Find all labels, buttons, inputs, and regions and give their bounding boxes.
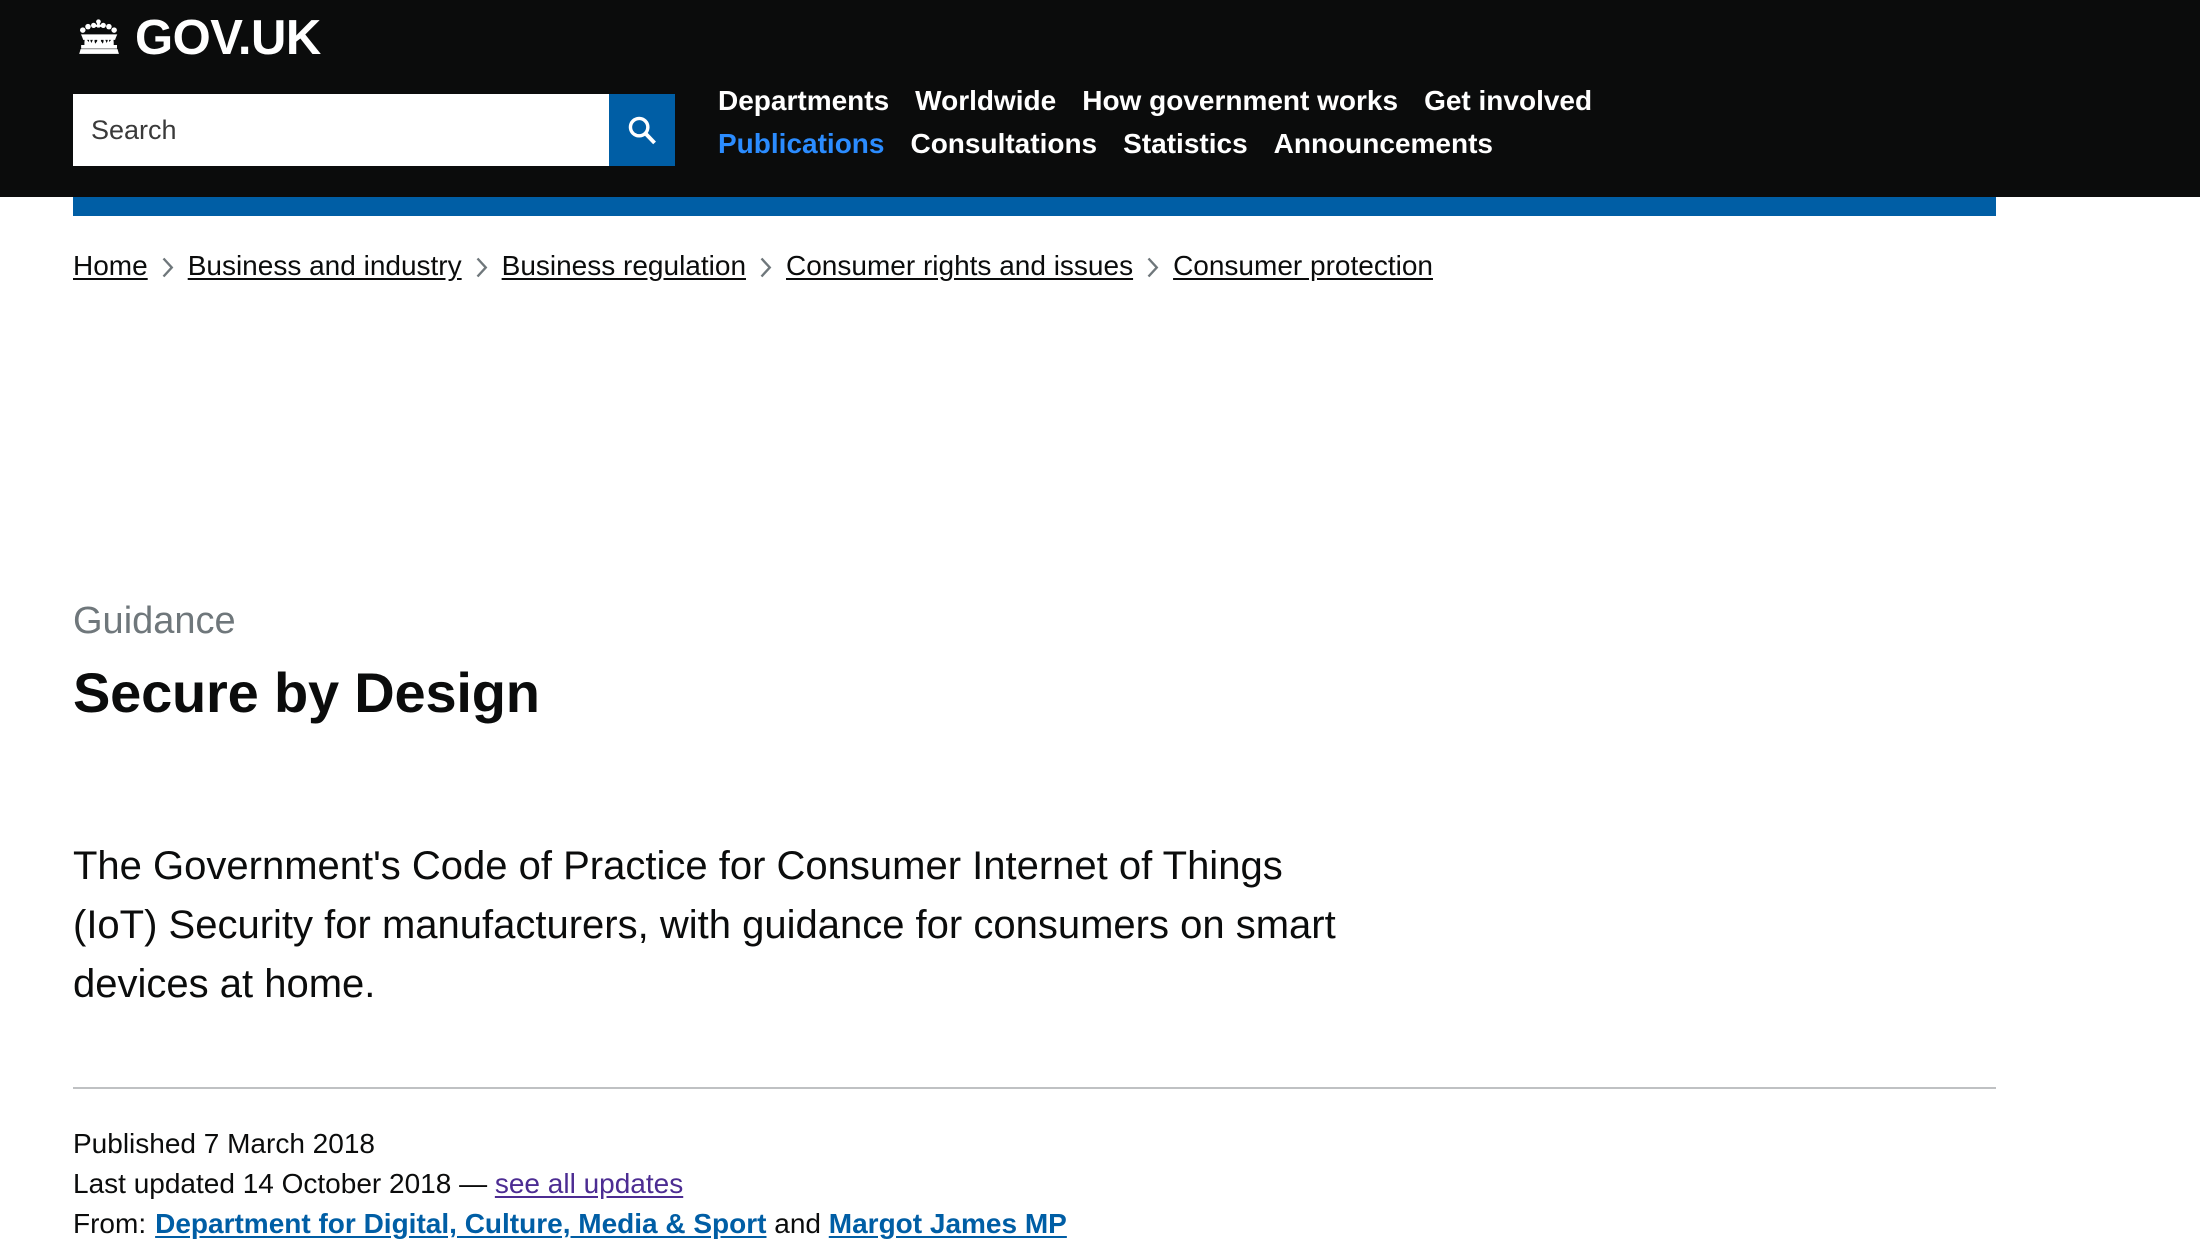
govuk-logo-link[interactable]: GOV.UK <box>73 14 321 63</box>
page-title-block: Guidance Secure by Design <box>73 602 540 724</box>
breadcrumb-item-business-regulation[interactable]: Business regulation <box>502 250 746 282</box>
last-updated-text: Last updated 14 October 2018 — <box>73 1168 495 1199</box>
page-title: Secure by Design <box>73 662 540 724</box>
breadcrumb-item-consumer-protection[interactable]: Consumer protection <box>1173 250 1433 282</box>
page-summary: The Government's Code of Practice for Co… <box>73 837 1373 1013</box>
published-date: Published 7 March 2018 <box>73 1128 375 1159</box>
site-header: GOV.UK Departments Worldwide How governm… <box>0 0 2200 197</box>
breadcrumb-item-home[interactable]: Home <box>73 250 148 282</box>
publication-metadata: Published 7 March 2018 Last updated 14 O… <box>73 1124 1067 1243</box>
chevron-right-icon <box>1147 257 1159 278</box>
minister-link[interactable]: Margot James MP <box>829 1208 1067 1239</box>
see-all-updates-link[interactable]: see all updates <box>495 1168 683 1199</box>
crown-icon <box>73 17 125 61</box>
breadcrumb-item-business-and-industry[interactable]: Business and industry <box>188 250 462 282</box>
nav-item-statistics[interactable]: Statistics <box>1123 125 1248 164</box>
nav-item-departments[interactable]: Departments <box>718 82 889 121</box>
from-line: From: Department for Digital, Culture, Me… <box>73 1204 1067 1243</box>
search-input[interactable] <box>73 94 609 166</box>
nav-row-secondary: Publications Consultations Statistics An… <box>718 125 1918 164</box>
govuk-logo-text: GOV.UK <box>135 14 321 63</box>
nav-item-consultations[interactable]: Consultations <box>910 125 1097 164</box>
last-updated-line: Last updated 14 October 2018 — see all u… <box>73 1164 1067 1204</box>
nav-item-how-government-works[interactable]: How government works <box>1082 82 1398 121</box>
site-search-form <box>73 94 675 166</box>
breadcrumb: Home Business and industry Business regu… <box>73 250 1433 282</box>
header-inner: GOV.UK Departments Worldwide How governm… <box>0 0 2200 197</box>
metadata-divider <box>73 1087 1996 1089</box>
breadcrumb-item-consumer-rights-and-issues[interactable]: Consumer rights and issues <box>786 250 1133 282</box>
nav-item-publications[interactable]: Publications <box>718 125 884 164</box>
nav-item-announcements[interactable]: Announcements <box>1274 125 1493 164</box>
header-accent-bar <box>73 197 1996 216</box>
chevron-right-icon <box>162 257 174 278</box>
nav-row-primary: Departments Worldwide How government wor… <box>718 82 1918 121</box>
chevron-right-icon <box>476 257 488 278</box>
chevron-right-icon <box>760 257 772 278</box>
search-icon <box>626 114 658 146</box>
nav-item-get-involved[interactable]: Get involved <box>1424 82 1592 121</box>
from-conjunction: and <box>767 1208 829 1239</box>
document-type-label: Guidance <box>73 602 540 640</box>
nav-item-worldwide[interactable]: Worldwide <box>915 82 1056 121</box>
primary-navigation: Departments Worldwide How government wor… <box>718 82 1918 163</box>
from-label: From: <box>73 1208 146 1239</box>
published-date-line: Published 7 March 2018 <box>73 1124 1067 1164</box>
search-submit-button[interactable] <box>609 94 675 166</box>
organisation-link[interactable]: Department for Digital, Culture, Media &… <box>155 1208 766 1239</box>
